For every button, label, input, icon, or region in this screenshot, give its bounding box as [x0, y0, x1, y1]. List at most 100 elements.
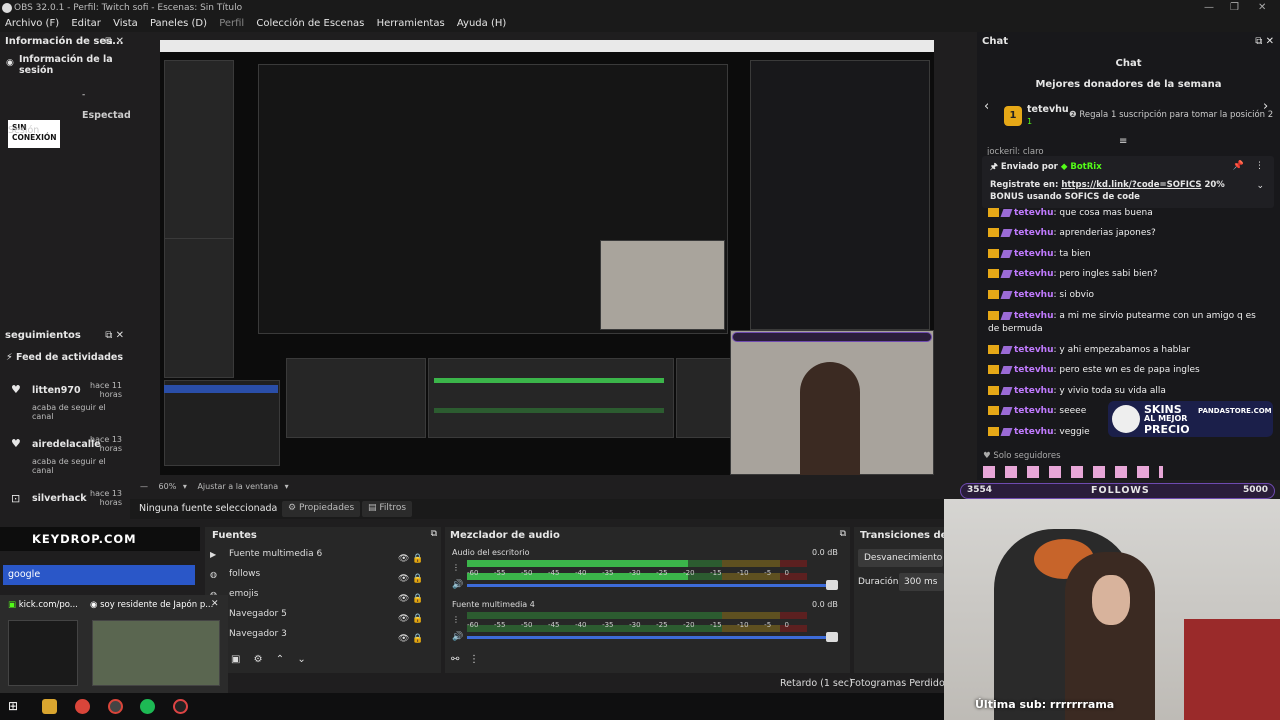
crown-badge-icon	[988, 228, 999, 237]
eye-icon[interactable]: 👁 🔒	[398, 569, 426, 589]
dock-float-icon[interactable]: ⧉	[840, 529, 846, 539]
channel-db: 0.0 dB	[812, 548, 838, 557]
move-down-icon[interactable]: ⌄	[297, 654, 305, 665]
menu-tools[interactable]: Herramientas	[377, 18, 445, 29]
menu-view[interactable]: Vista	[113, 18, 138, 29]
gear-icon[interactable]: ⚙	[254, 654, 263, 665]
session-info-dock: Información de ses... ⧉ ✕ ◉ Información …	[0, 32, 131, 324]
chat-text: : veggie	[1053, 427, 1090, 437]
volume-slider[interactable]	[467, 584, 837, 587]
chat-username[interactable]: tetevhu	[1014, 427, 1054, 437]
dock-controls[interactable]: ⧉ ✕	[105, 32, 124, 52]
source-visibility-controls[interactable]: 👁 🔒 👁 🔒 👁 🔒 👁 🔒 👁 🔒	[398, 549, 426, 649]
menu-dots-icon[interactable]: ⋮	[469, 654, 479, 665]
more-options-icon[interactable]: ⋮	[1255, 161, 1264, 171]
menu-help[interactable]: Ayuda (H)	[457, 18, 506, 29]
menu-file[interactable]: Archivo (F)	[5, 18, 59, 29]
chrome-icon[interactable]	[75, 699, 90, 714]
zoom-dropdown-icon[interactable]: ▾	[183, 482, 187, 491]
chat-username[interactable]: tetevhu	[1014, 345, 1054, 355]
trash-icon[interactable]: ▣	[231, 654, 240, 665]
windows-start-icon[interactable]: ⊞	[8, 699, 23, 714]
follower-desc: acaba de seguir el canal	[32, 457, 106, 475]
search-input[interactable]: google	[3, 565, 195, 585]
minimize-icon[interactable]: —	[1204, 0, 1214, 16]
collapse-icon[interactable]: ≡	[1119, 136, 1127, 147]
dock-float-icon[interactable]: ⧉	[431, 529, 437, 539]
preview-canvas[interactable]	[160, 40, 934, 475]
mixer-toolbar[interactable]: ⚯ ⋮	[451, 654, 479, 665]
pin-icon[interactable]: 📌	[1233, 161, 1244, 171]
thumb-tab-label: soy residente de Japón p...	[100, 600, 214, 610]
dock-controls[interactable]: ⧉ ✕	[105, 326, 124, 346]
prev-arrow-icon[interactable]: ‹	[984, 99, 989, 114]
eye-icon[interactable]: 👁 🔒	[398, 609, 426, 629]
close-icon[interactable]: ✕	[211, 599, 219, 609]
session-heading: Información de la sesión	[19, 54, 113, 76]
menu-scene-collection[interactable]: Colección de Escenas	[256, 18, 364, 29]
source-toolbar-buttons[interactable]: ▣ ⚙ ⌃ ⌄	[231, 654, 306, 665]
chevron-down-icon[interactable]: ⌄	[1256, 181, 1264, 191]
menu-docks[interactable]: Paneles (D)	[150, 18, 207, 29]
collapse-icon[interactable]: —	[140, 482, 148, 491]
volume-slider-handle[interactable]	[826, 580, 838, 590]
obs-taskbar-icon[interactable]	[173, 699, 188, 714]
maximize-icon[interactable]: ❐	[1230, 0, 1239, 16]
fit-window-label[interactable]: Ajustar a la ventana	[197, 482, 278, 491]
duration-input[interactable]: 300 ms	[899, 573, 944, 591]
chat-username[interactable]: tetevhu	[1014, 311, 1054, 321]
file-explorer-icon[interactable]	[42, 699, 57, 714]
chat-username[interactable]: tetevhu	[1014, 208, 1054, 218]
move-up-icon[interactable]: ⌃	[276, 654, 284, 665]
chat-text: : si obvio	[1053, 290, 1095, 300]
zoom-level[interactable]: 60%	[159, 482, 177, 491]
chat-username[interactable]: tetevhu	[1014, 365, 1054, 375]
rank-badge: 1	[1004, 106, 1022, 126]
emote-row	[983, 466, 1163, 478]
more-options-icon[interactable]: ⋮	[452, 563, 460, 572]
thumb-tab-kick[interactable]: ▣ kick.com/po...	[8, 600, 78, 610]
properties-button[interactable]: ⚙ Propiedades	[282, 501, 361, 517]
chat-username[interactable]: tetevhu	[1014, 386, 1054, 396]
chat-username[interactable]: tetevhu	[1014, 269, 1054, 279]
eye-icon[interactable]: 👁 🔒	[398, 629, 426, 649]
menu-profile[interactable]: Perfil	[219, 18, 244, 29]
volume-slider-handle[interactable]	[826, 632, 838, 642]
eye-icon[interactable]: 👁 🔒	[398, 549, 426, 569]
chat-username[interactable]: tetevhu	[1014, 228, 1054, 238]
chat-username[interactable]: tetevhu	[1014, 290, 1054, 300]
session-dash: -	[82, 90, 86, 100]
filters-button[interactable]: ▤ Filtros	[362, 501, 413, 517]
speaker-icon[interactable]: 🔊	[452, 580, 463, 590]
dock-controls[interactable]: ⧉ ✕	[1255, 36, 1274, 47]
eye-icon[interactable]: 👁 🔒	[398, 589, 426, 609]
menu-edit[interactable]: Editar	[71, 18, 101, 29]
chrome-profile-icon[interactable]	[108, 699, 123, 714]
dropped-frames: Fotogramas Perdidos 0	[850, 678, 959, 689]
source-label: Fuente multimedia 6	[229, 549, 323, 559]
volume-meter	[467, 560, 807, 567]
volume-slider[interactable]	[467, 636, 837, 639]
chat-username[interactable]: tetevhu	[1014, 249, 1054, 259]
thumb-preview-kick[interactable]	[8, 620, 78, 686]
properties-label: Propiedades	[298, 503, 355, 513]
thumb-tab-youtube[interactable]: ◉ soy residente de Japón p...	[90, 600, 213, 610]
spotify-icon[interactable]	[140, 699, 155, 714]
close-icon[interactable]: ✕	[1258, 0, 1266, 16]
thumb-tab-label: kick.com/po...	[18, 600, 78, 610]
sub-badge-icon	[1000, 290, 1013, 299]
thumb-preview-youtube[interactable]	[92, 620, 220, 686]
nested-follows-dock	[164, 238, 234, 378]
chat-message: tetevhu: que cosa mas buena	[988, 208, 1153, 218]
chat-text: : y vivio toda su vida alla	[1053, 386, 1166, 396]
transition-select[interactable]: Desvanecimiento	[858, 549, 943, 567]
link-icon[interactable]: ⚯	[451, 654, 459, 665]
pinned-bot: BotRix	[1070, 162, 1102, 172]
follower-desc: acaba de seguir el canal	[32, 403, 106, 421]
chat-username[interactable]: tetevhu	[1014, 406, 1054, 416]
speaker-icon[interactable]: 🔊	[452, 632, 463, 642]
heart-icon: ♥	[11, 383, 21, 396]
pinned-link[interactable]: https://kd.link/?code=SOFICS	[1061, 180, 1201, 190]
more-options-icon[interactable]: ⋮	[452, 615, 460, 624]
fit-dropdown-icon[interactable]: ▾	[285, 482, 289, 491]
